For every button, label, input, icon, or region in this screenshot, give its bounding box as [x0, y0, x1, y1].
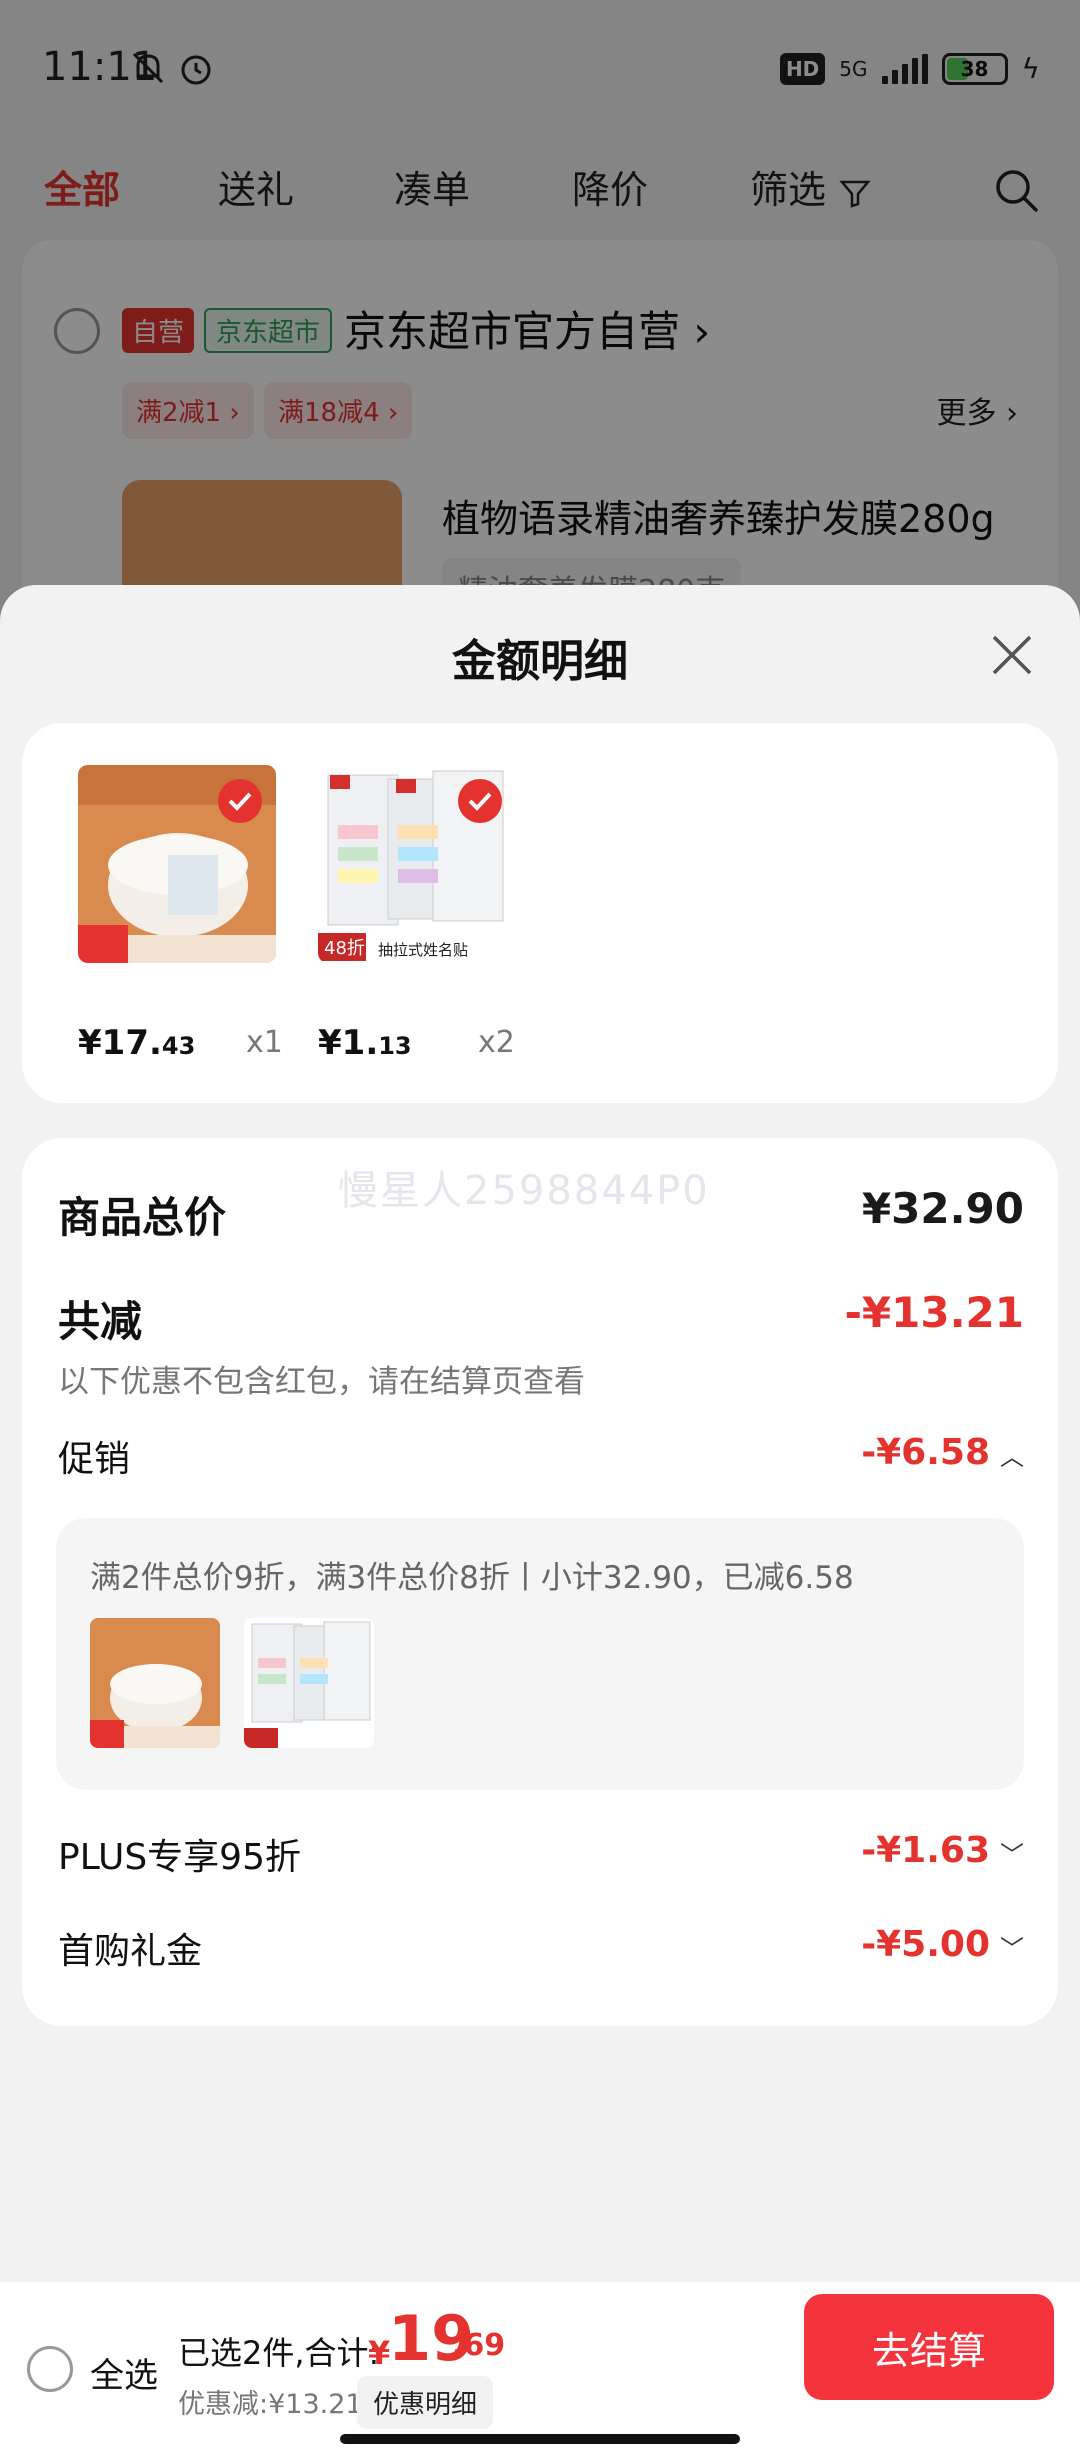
close-icon[interactable]: [984, 627, 1040, 683]
plus-discount-value: -¥1.63: [861, 1830, 990, 1871]
product-price: ¥17.43: [78, 1023, 196, 1063]
price-breakdown-card: 慢星人2598844P0 商品总价 ¥32.90 共减 -¥13.21 以下优惠…: [22, 1138, 1058, 2026]
first-purchase-toggle[interactable]: -¥5.00 ﹀: [861, 1924, 1024, 1965]
watermark: 慢星人2598844P0: [338, 1168, 710, 1214]
promotion-row-toggle[interactable]: -¥6.58 ︿: [861, 1432, 1024, 1473]
promo-thumb-hair-mask: [90, 1618, 220, 1748]
promotion-description: 满2件总价9折，满3件总价8折丨小计32.90，已减6.58: [90, 1560, 854, 1596]
promotion-label[interactable]: 促销: [58, 1430, 130, 1482]
total-reduction-value: -¥13.21: [844, 1288, 1024, 1337]
checked-icon: [458, 779, 502, 823]
promo-thumb-name-stickers: [244, 1618, 374, 1748]
product-price: ¥1.13: [318, 1023, 412, 1063]
product-quantity: x2: [478, 1025, 515, 1060]
select-all-label[interactable]: 全选: [90, 2348, 158, 2397]
product-image-name-stickers: 48折 抽拉式姓名贴: [318, 765, 516, 963]
total-reduction-label: 共减: [58, 1297, 143, 1346]
subtotal-value: ¥32.90: [861, 1184, 1024, 1233]
discount-detail-button[interactable]: 优惠明细: [357, 2376, 494, 2429]
svg-text:抽拉式姓名贴: 抽拉式姓名贴: [378, 941, 468, 959]
chevron-up-icon: ︿: [1000, 1442, 1024, 1471]
product-image-hair-mask: [78, 765, 276, 963]
home-indicator[interactable]: [340, 2434, 740, 2444]
plus-discount-toggle[interactable]: -¥1.63 ﹀: [861, 1830, 1024, 1871]
total-price-decimal: .69: [452, 2328, 506, 2363]
plus-discount-label[interactable]: PLUS专享95折: [58, 1828, 301, 1880]
product-quantity: x1: [246, 1025, 283, 1060]
checkout-bar: 全选 已选2件,合计: ¥ 19 .69 优惠减:¥13.21 优惠明细 去结算: [0, 2282, 1080, 2460]
first-purchase-value: -¥5.00: [861, 1924, 990, 1965]
selected-count: 已选2件,合计:: [178, 2334, 380, 2372]
chevron-down-icon: ﹀: [1000, 1840, 1024, 1869]
checked-icon: [218, 779, 262, 823]
total-currency: ¥: [368, 2334, 391, 2372]
promotion-detail-box: 满2件总价9折，满3件总价8折丨小计32.90，已减6.58: [56, 1518, 1024, 1790]
chevron-down-icon: ﹀: [1000, 1934, 1024, 1963]
promotion-value: -¥6.58: [861, 1432, 990, 1473]
checkout-button[interactable]: 去结算: [804, 2294, 1054, 2400]
product-item[interactable]: 48折 抽拉式姓名贴: [318, 765, 518, 963]
select-all-radio[interactable]: [27, 2346, 73, 2392]
amount-detail-sheet: 金额明细 48折 抽拉式姓名贴 ¥17.43 x1 ¥1.13 x2 慢星人25…: [0, 585, 1080, 2285]
product-item[interactable]: [78, 765, 278, 963]
subtotal-label: 商品总价: [58, 1193, 227, 1242]
sheet-title: 金额明细: [452, 636, 628, 687]
discount-summary: 优惠减:¥13.21: [178, 2389, 363, 2420]
selected-products-card: 48折 抽拉式姓名贴 ¥17.43 x1 ¥1.13 x2: [22, 723, 1058, 1103]
first-purchase-label[interactable]: 首购礼金: [58, 1922, 202, 1974]
svg-text:48折: 48折: [324, 938, 365, 959]
reduction-note: 以下优惠不包含红包，请在结算页查看: [58, 1364, 585, 1400]
